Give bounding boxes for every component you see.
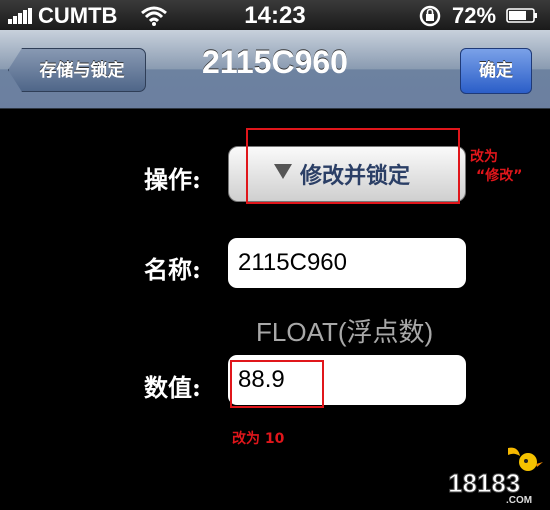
value-note: 改为 10 — [232, 431, 285, 447]
battery-percent: 72% — [452, 3, 497, 28]
rotation-lock-icon — [419, 5, 441, 27]
name-input[interactable]: 2115C960 — [228, 238, 466, 288]
watermark-text: 18183 — [448, 468, 520, 498]
battery-icon — [506, 8, 537, 23]
operation-note-line2: “修改” — [476, 168, 523, 184]
confirm-button[interactable]: 确定 — [460, 48, 532, 94]
site-watermark-logo: 18183 .COM — [448, 447, 543, 506]
operation-note-line1: 改为 — [470, 149, 498, 165]
name-label: 名称: — [144, 255, 201, 284]
value-label: 数值: — [144, 373, 201, 402]
operation-label: 操作: — [144, 165, 201, 194]
operation-highlight-box — [246, 128, 460, 204]
status-bar: CUMTB 14:23 72% — [0, 0, 550, 30]
navigation-bar: 存储与锁定 2115C960 确定 — [0, 30, 550, 109]
type-hint: FLOAT(浮点数) — [256, 317, 434, 347]
value-highlight-box — [230, 360, 324, 408]
watermark-suffix: .COM — [506, 495, 532, 506]
